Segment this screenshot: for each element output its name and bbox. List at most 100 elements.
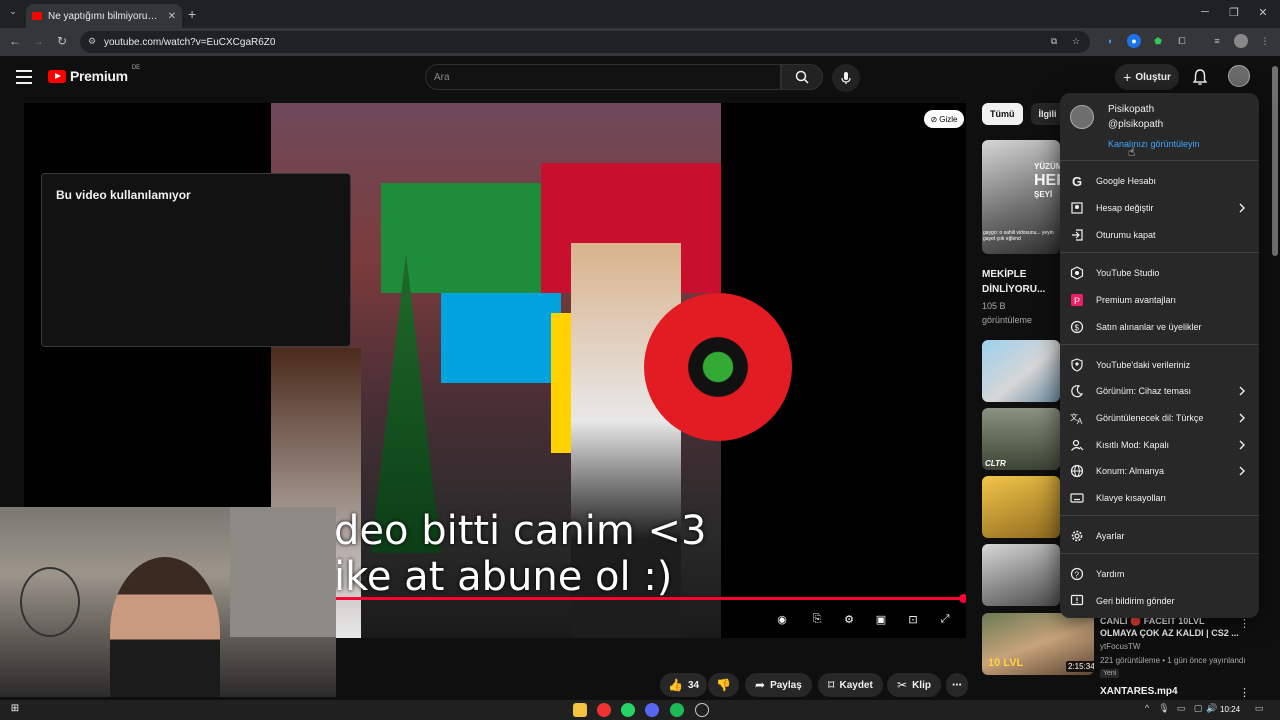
menu-send-feedback[interactable]: Geri bildirim gönder — [1060, 589, 1259, 613]
tray-network-icon[interactable]: ▭ — [1174, 703, 1188, 717]
rec-3-more-icon[interactable]: ⋮ — [1239, 617, 1250, 630]
discord-icon[interactable] — [645, 703, 659, 717]
autoplay-toggle-icon[interactable]: ◉ — [774, 613, 790, 627]
cast-icon[interactable]: ⊡ — [905, 613, 921, 627]
rec-thumbnail-1[interactable]: YÜZÜM HER ŞEYİ gaygo: o sahili vidosunu.… — [982, 140, 1060, 254]
whatsapp-icon[interactable] — [621, 703, 635, 717]
menu-language[interactable]: 文A Görüntülenecek dil: Türkçe — [1060, 406, 1259, 430]
tab-search-icon[interactable]: ⌄ — [6, 6, 20, 20]
chrome-icon[interactable] — [597, 703, 611, 717]
tray-volume-icon[interactable]: 🔊 — [1205, 703, 1219, 717]
view-channel-link[interactable]: Kanalınızı görüntüleyin — [1108, 139, 1200, 149]
dislike-button[interactable]: 👎 — [708, 673, 739, 697]
rec-thumbnail-a[interactable] — [982, 340, 1060, 402]
browser-tab[interactable]: Ne yaptığımı bilmiyorum [DİSC ✕ — [26, 4, 182, 28]
taskbar-clock[interactable]: 10:24 — [1220, 705, 1240, 714]
menu-restricted-mode[interactable]: Kısıtlı Mod: Kapalı — [1060, 433, 1259, 457]
menu-sign-out[interactable]: Oturumu kapat — [1060, 223, 1259, 247]
extension-1-icon[interactable]: ◗ — [1103, 34, 1117, 48]
tray-mic-icon[interactable]: 🎙 — [1157, 703, 1171, 717]
extension-2-icon[interactable]: ● — [1127, 34, 1141, 48]
rec-thumbnail-b[interactable] — [982, 476, 1060, 538]
gear-icon — [1071, 530, 1083, 542]
address-bar[interactable]: ⚙ youtube.com/watch?v=EuCXCgaR6Z0 — [80, 31, 1090, 53]
chip-all[interactable]: Tümü — [982, 103, 1023, 125]
settings-gear-icon[interactable]: ⚙ — [841, 613, 857, 627]
menu-location[interactable]: Konum: Almanya — [1060, 459, 1259, 483]
menu-keyboard-shortcuts[interactable]: Klavye kısayolları — [1060, 486, 1259, 510]
notification-center-icon[interactable]: ▭ — [1252, 703, 1266, 717]
close-tab-icon[interactable]: ✕ — [168, 11, 176, 22]
bookmark-star-icon[interactable]: ☆ — [1069, 34, 1083, 48]
page-scrollbar[interactable] — [1272, 66, 1278, 256]
rec-1-title-line-2[interactable]: DİNLİYORU... — [982, 284, 1045, 295]
menu-icon[interactable] — [16, 70, 32, 84]
file-explorer-icon[interactable] — [573, 703, 587, 717]
menu-switch-account[interactable]: Hesap değiştir — [1060, 196, 1259, 220]
rec-3-title-line-2[interactable]: OLMAYA ÇOK AZ KALDI | CS2 ... — [1100, 628, 1239, 638]
tab-title: Ne yaptığımı bilmiyorum [DİSC — [48, 10, 162, 22]
more-actions-button[interactable]: ⋯ — [946, 673, 968, 697]
menu-divider — [1060, 344, 1259, 345]
rec-3-channel[interactable]: ytFocusTW — [1100, 642, 1140, 651]
forward-icon[interactable]: → — [30, 34, 46, 48]
chevron-right-icon — [1239, 386, 1245, 396]
install-app-icon[interactable]: ⧉ — [1047, 34, 1061, 48]
tray-display-icon[interactable]: ▢ — [1191, 703, 1205, 717]
extensions-puzzle-icon[interactable]: ⧠ — [1175, 34, 1189, 48]
rec-1-title-line-1[interactable]: MEKİPLE — [982, 269, 1026, 280]
rec-4-title[interactable]: XANTARES.mp4 — [1100, 686, 1178, 697]
share-button[interactable]: ➦ Paylaş — [745, 673, 812, 697]
like-button[interactable]: 👍 34 — [660, 673, 708, 697]
tray-chevron-icon[interactable]: ^ — [1140, 703, 1154, 717]
progress-scrubber[interactable] — [959, 594, 966, 603]
notifications-bell-icon[interactable] — [1192, 68, 1210, 86]
close-window-icon[interactable]: ✕ — [1256, 6, 1270, 19]
rec-4-more-icon[interactable]: ⋮ — [1239, 686, 1250, 699]
hide-button[interactable]: ⊘ Gizle — [924, 110, 964, 128]
extension-shield-icon[interactable]: ⬟ — [1151, 34, 1165, 48]
url-text: youtube.com/watch?v=EuCXCgaR6Z0 — [104, 36, 276, 48]
rec-thumbnail-2[interactable]: CLTR — [982, 408, 1060, 470]
menu-premium-benefits[interactable]: P Premium avantajları — [1060, 288, 1259, 312]
progress-bar[interactable] — [332, 597, 963, 600]
media-controls-icon[interactable]: ≡ — [1210, 34, 1224, 48]
thumb2-text: CLTR — [985, 459, 1006, 468]
menu-settings[interactable]: Ayarlar — [1060, 524, 1259, 548]
back-icon[interactable]: ← — [7, 34, 23, 48]
search-input[interactable]: Ara — [425, 64, 781, 90]
site-info-icon[interactable]: ⚙ — [88, 36, 98, 46]
clip-button[interactable]: ✂ Klip — [887, 673, 941, 697]
video-subtitle: deo bitti canim <3 ike at abune ol :) — [334, 508, 707, 600]
spotify-icon[interactable] — [670, 703, 684, 717]
voice-search-button[interactable] — [832, 64, 860, 92]
profile-icon[interactable] — [1234, 34, 1248, 48]
rec-thumbnail-3[interactable]: 10 LVL 2:15:34 — [982, 613, 1094, 675]
rec-thumbnail-c[interactable] — [982, 544, 1060, 606]
minimize-icon[interactable]: ─ — [1198, 6, 1212, 18]
save-button[interactable]: ⌑ Kaydet — [818, 673, 883, 697]
menu-purchases[interactable]: $ Satın alınanlar ve üyelikler — [1060, 315, 1259, 339]
search-button[interactable] — [781, 64, 823, 90]
new-tab-icon[interactable]: + — [188, 6, 196, 22]
create-button[interactable]: + Oluştur — [1115, 64, 1179, 90]
account-avatar[interactable] — [1228, 65, 1250, 87]
menu-divider — [1060, 160, 1259, 161]
subtitle-line-1: deo bitti canim <3 — [334, 508, 707, 554]
windows-start-icon[interactable]: ⊞ — [8, 703, 22, 717]
menu-help[interactable]: ? Yardım — [1060, 562, 1259, 586]
reload-icon[interactable]: ↻ — [54, 34, 70, 48]
maximize-icon[interactable]: ❐ — [1227, 6, 1241, 19]
menu-your-data[interactable]: YouTube'daki verileriniz — [1060, 353, 1259, 377]
fullscreen-icon[interactable]: ⤢ — [937, 613, 953, 627]
menu-youtube-studio[interactable]: YouTube Studio — [1060, 261, 1259, 285]
subtitles-icon[interactable]: ⎘ — [809, 613, 825, 627]
unavailable-text: Bu video kullanılamıyor — [56, 188, 191, 202]
menu-appearance[interactable]: Görünüm: Cihaz teması — [1060, 379, 1259, 403]
browser-menu-icon[interactable]: ⋮ — [1258, 34, 1272, 48]
miniplayer-icon[interactable]: ▣ — [873, 613, 889, 627]
menu-google-account[interactable]: G Google Hesabı — [1060, 169, 1259, 193]
account-name: Pisikopath — [1108, 104, 1155, 115]
obs-icon[interactable] — [695, 703, 709, 717]
youtube-premium-logo[interactable]: Premium DE — [48, 65, 140, 84]
